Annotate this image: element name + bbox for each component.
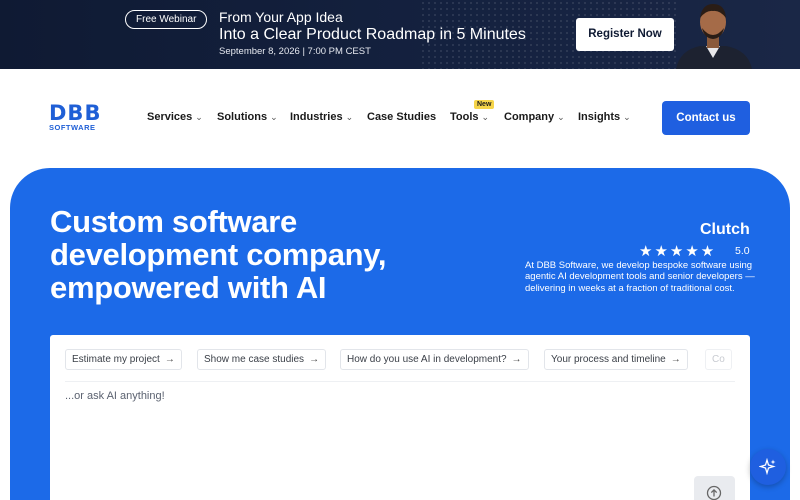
chevron-down-icon: ⌄ [270, 112, 278, 122]
nav-company[interactable]: Company ⌄ [504, 111, 565, 123]
nav-solutions[interactable]: Solutions ⌄ [217, 111, 278, 123]
banner-date: September 8, 2026 | 7:00 PM CEST [219, 46, 371, 57]
nav-industries-label: Industries [290, 111, 343, 123]
chip-case-studies[interactable]: Show me case studies → [197, 349, 327, 370]
register-now-button[interactable]: Register Now [576, 18, 674, 51]
chip-label: Your process and timeline [551, 354, 666, 365]
chevron-down-icon: ⌄ [557, 112, 565, 122]
nav-services-label: Services [147, 111, 193, 123]
banner-headline-line2: Into a Clear Product Roadmap in 5 Minute… [219, 26, 526, 43]
chip-process-timeline[interactable]: Your process and timeline → [544, 349, 688, 370]
nav-insights[interactable]: Insights ⌄ [578, 111, 631, 123]
nav-solutions-label: Solutions [217, 111, 268, 123]
banner-headline-line1: From Your App Idea [219, 9, 343, 25]
ai-assistant-button[interactable] [750, 449, 786, 485]
chevron-down-icon: ⌄ [481, 112, 490, 122]
nav-services[interactable]: Services ⌄ [147, 111, 203, 123]
new-badge: New [474, 100, 495, 109]
sparkle-icon [759, 458, 776, 476]
hero-description: At DBB Software, we develop bespoke soft… [525, 260, 755, 294]
chip-label: How do you use AI in development? [347, 354, 507, 365]
chip-partial[interactable]: Co [705, 349, 732, 370]
rating-stars: ★★★★★ [639, 243, 717, 260]
arrow-right-icon: → [309, 354, 320, 365]
chip-label: Co [712, 354, 725, 365]
webinar-pill: Free Webinar [125, 10, 208, 29]
logo-wordmark: DBB [49, 101, 102, 125]
nav-insights-label: Insights [578, 111, 621, 123]
dbb-logo[interactable]: DBB SOFTWARE [49, 103, 117, 133]
send-button[interactable] [694, 476, 735, 500]
chip-label: Show me case studies [204, 354, 305, 365]
chip-label: Estimate my project [72, 354, 160, 365]
hero-title: Custom software development company, emp… [50, 204, 387, 305]
ai-chat-panel: Estimate my project → Show me case studie… [50, 335, 750, 500]
clutch-logo[interactable]: Clutch [700, 221, 750, 239]
nav-tools[interactable]: Tools ⌄ [450, 111, 489, 123]
speaker-photo [676, 4, 752, 69]
nav-company-label: Company [504, 111, 555, 123]
arrow-right-icon: → [511, 354, 522, 365]
rating-value: 5.0 [735, 245, 750, 257]
ai-question-input[interactable] [65, 390, 565, 402]
chips-divider [65, 381, 735, 382]
contact-us-button[interactable]: Contact us [662, 101, 750, 135]
chevron-down-icon: ⌄ [195, 112, 203, 122]
nav-tools-label: Tools [450, 111, 479, 123]
chevron-down-icon: ⌄ [345, 112, 354, 122]
arrow-right-icon: → [670, 354, 681, 365]
chip-estimate-project[interactable]: Estimate my project → [65, 349, 182, 370]
chip-ai-development[interactable]: How do you use AI in development? → [340, 349, 529, 370]
nav-case-studies-label: Case Studies [367, 111, 437, 123]
chevron-down-icon: ⌄ [623, 112, 631, 122]
nav-industries[interactable]: Industries ⌄ [290, 111, 353, 123]
nav-case-studies[interactable]: Case Studies [367, 111, 436, 123]
arrow-right-icon: → [164, 354, 175, 365]
logo-subtitle: SOFTWARE [49, 123, 96, 132]
arrow-up-circle-icon [706, 485, 722, 500]
